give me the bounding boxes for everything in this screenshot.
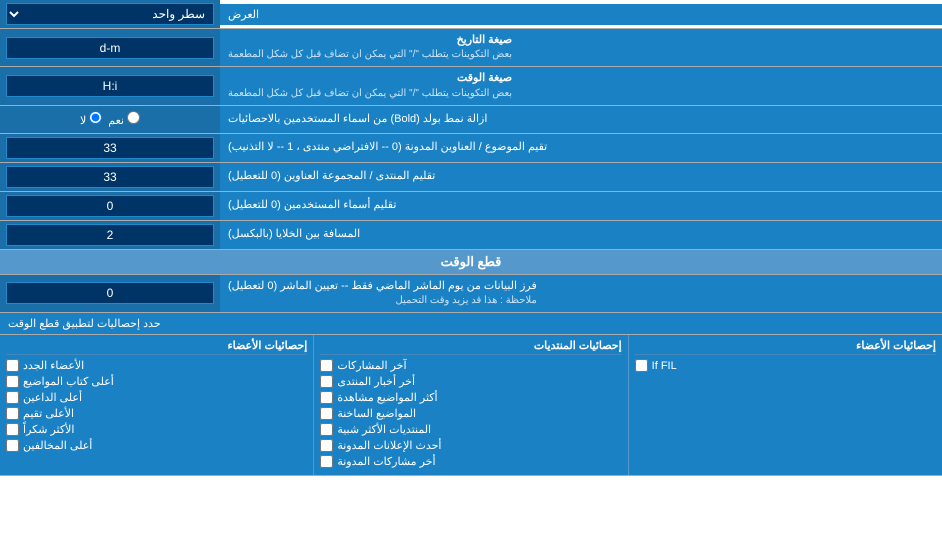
check-col1-4: الأكثر شكراً [6, 423, 307, 436]
check-col1-2: أعلى الداعين [6, 391, 307, 404]
limit-row: حدد إحصاليات لتطبيق قطع الوقت [0, 313, 942, 335]
checkbox-col2-5[interactable] [320, 439, 333, 452]
topic-order-label: تقيم الموضوع / العناوين المدونة (0 -- ال… [220, 134, 942, 162]
check-col1-5: أعلى المخالفين [6, 439, 307, 452]
check-col2-3: المواضيع الساخنة [320, 407, 621, 420]
cutoff-main-label: فرز البيانات من يوم الماشر الماضي فقط --… [220, 275, 942, 312]
date-format-label: صيغة التاريخ بعض التكوينات يتطلب "/" الت… [220, 29, 942, 66]
time-format-input-cell [0, 67, 220, 104]
checkbox-col1-1[interactable] [6, 375, 19, 388]
time-format-input[interactable] [6, 75, 214, 97]
cell-spacing-input-cell [0, 221, 220, 249]
time-format-row: صيغة الوقت بعض التكوينات يتطلب "/" التي … [0, 67, 942, 105]
check-col1-0: الأعضاء الجدد [6, 359, 307, 372]
cell-spacing-label: المسافة بين الخلايا (بالبكسل) [220, 221, 942, 249]
check-col2-6: أخر مشاركات المدونة [320, 455, 621, 468]
bold-remove-input-cell: نعم لا [0, 106, 220, 133]
cutoff-input-cell [0, 275, 220, 312]
checkbox-if-fil[interactable] [635, 359, 648, 372]
username-trim-label: تقليم أسماء المستخدمين (0 للتعطيل) [220, 192, 942, 220]
checkbox-col1-0[interactable] [6, 359, 19, 372]
display-input-cell: سطر واحدسطرينثلاثة أسطر [0, 0, 220, 28]
checkbox-col2-2[interactable] [320, 391, 333, 404]
cell-spacing-row: المسافة بين الخلايا (بالبكسل) [0, 221, 942, 250]
check-col2-4: المنتديات الأكثر شبية [320, 423, 621, 436]
checkbox-col2-4[interactable] [320, 423, 333, 436]
radio-yes[interactable] [127, 111, 140, 124]
cutoff-section-title: قطع الوقت [0, 250, 942, 275]
checkbox-col2-3[interactable] [320, 407, 333, 420]
check-col1-1: أعلى كتاب المواضيع [6, 375, 307, 388]
date-format-input-cell [0, 29, 220, 66]
forum-order-label: تقليم المنتدى / المجموعة العناوين (0 للت… [220, 163, 942, 191]
col3-header: إحصائيات الأعضاء [635, 339, 936, 355]
radio-yes-label: نعم [108, 111, 140, 127]
username-trim-row: تقليم أسماء المستخدمين (0 للتعطيل) [0, 192, 942, 221]
checkbox-col2-1[interactable] [320, 375, 333, 388]
username-trim-input[interactable] [6, 195, 214, 217]
display-row: العرض سطر واحدسطرينثلاثة أسطر [0, 0, 942, 29]
checkbox-col1-2[interactable] [6, 391, 19, 404]
bold-remove-label: ازالة نمط بولد (Bold) من اسماء المستخدمي… [220, 106, 942, 133]
forum-order-input[interactable] [6, 166, 214, 188]
date-format-input[interactable] [6, 37, 214, 59]
radio-no-label: لا [80, 111, 102, 127]
display-select[interactable]: سطر واحدسطرينثلاثة أسطر [6, 3, 214, 25]
checkbox-col-2: إحصائيات المنتديات آخر المشاركات أخر أخب… [313, 335, 627, 475]
username-trim-input-cell [0, 192, 220, 220]
checkbox-col1-4[interactable] [6, 423, 19, 436]
checkbox-col2-0[interactable] [320, 359, 333, 372]
cell-spacing-input[interactable] [6, 224, 214, 246]
cutoff-input[interactable] [6, 282, 214, 304]
check-col2-5: أحدث الإعلانات المدونة [320, 439, 621, 452]
cutoff-main-row: فرز البيانات من يوم الماشر الماضي فقط --… [0, 275, 942, 313]
date-format-row: صيغة التاريخ بعض التكوينات يتطلب "/" الت… [0, 29, 942, 67]
topic-order-input-cell [0, 134, 220, 162]
checkbox-col1-3[interactable] [6, 407, 19, 420]
col1-header: إحصائيات الأعضاء [6, 339, 307, 355]
radio-no[interactable] [89, 111, 102, 124]
check-col2-2: أكثر المواضيع مشاهدة [320, 391, 621, 404]
checkbox-col-3: إحصائيات الأعضاء If FIL [628, 335, 942, 475]
bold-remove-row: ازالة نمط بولد (Bold) من اسماء المستخدمي… [0, 106, 942, 134]
check-col2-0: آخر المشاركات [320, 359, 621, 372]
topic-order-row: تقيم الموضوع / العناوين المدونة (0 -- ال… [0, 134, 942, 163]
check-col2-1: أخر أخبار المنتدى [320, 375, 621, 388]
check-col1-3: الأعلى تقيم [6, 407, 307, 420]
forum-order-row: تقليم المنتدى / المجموعة العناوين (0 للت… [0, 163, 942, 192]
display-label: العرض [220, 4, 942, 25]
forum-order-input-cell [0, 163, 220, 191]
check-if-fil: If FIL [635, 359, 936, 372]
checkboxes-section: إحصائيات الأعضاء If FIL إحصائيات المنتدي… [0, 335, 942, 476]
col2-header: إحصائيات المنتديات [320, 339, 621, 355]
topic-order-input[interactable] [6, 137, 214, 159]
checkbox-col-1: إحصائيات الأعضاء الأعضاء الجدد أعلى كتاب… [0, 335, 313, 475]
checkbox-col1-5[interactable] [6, 439, 19, 452]
time-format-label: صيغة الوقت بعض التكوينات يتطلب "/" التي … [220, 67, 942, 104]
checkbox-col2-6[interactable] [320, 455, 333, 468]
